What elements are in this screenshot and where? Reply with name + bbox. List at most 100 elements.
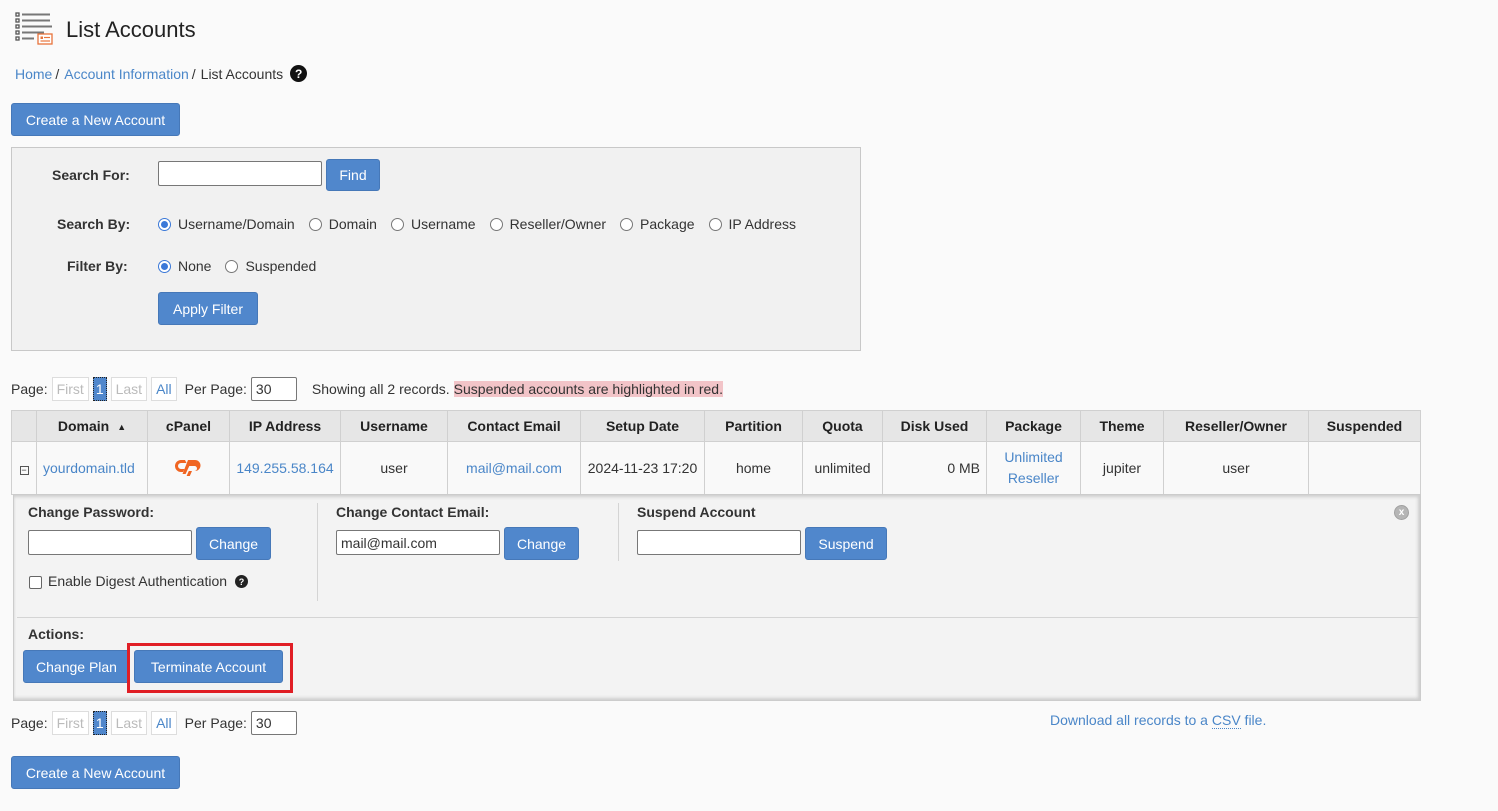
col-domain[interactable]: Domain ▲ xyxy=(36,410,148,442)
page-label: Page: xyxy=(11,381,48,397)
package-link[interactable]: Unlimited Reseller xyxy=(993,447,1074,489)
package-line1: Unlimited xyxy=(1004,449,1063,465)
cell-username: user xyxy=(340,441,448,495)
search-by-package[interactable]: Package xyxy=(620,216,695,232)
col-theme[interactable]: Theme xyxy=(1080,410,1164,442)
current-page-button[interactable]: 1 xyxy=(92,711,107,735)
radio-button[interactable] xyxy=(620,217,634,231)
create-account-button-top[interactable]: Create a New Account xyxy=(11,103,180,136)
search-by-username-domain[interactable]: Username/Domain xyxy=(158,216,295,232)
create-account-button-bottom[interactable]: Create a New Account xyxy=(11,756,180,789)
cell-cpanel xyxy=(147,441,230,495)
col-quota[interactable]: Quota xyxy=(802,410,883,442)
col-partition[interactable]: Partition xyxy=(704,410,803,442)
suspended-note: Suspended accounts are highlighted in re… xyxy=(453,381,723,397)
domain-link[interactable]: yourdomain.tld xyxy=(43,460,135,476)
search-by-domain[interactable]: Domain xyxy=(308,216,377,232)
pager-bottom: Page: First 1 Last All Per Page: xyxy=(11,711,297,735)
pager-top: Page: First 1 Last All Per Page: Showing… xyxy=(11,377,723,401)
radio-button[interactable] xyxy=(390,217,404,231)
help-icon[interactable]: ? xyxy=(290,65,308,82)
showing-records-text: Showing all 2 records. xyxy=(311,381,450,397)
close-icon[interactable]: x xyxy=(1394,505,1409,520)
suspend-reason-input[interactable] xyxy=(637,530,801,555)
cell-domain: yourdomain.tld xyxy=(36,441,148,495)
sort-ascending-icon: ▲ xyxy=(117,422,127,433)
radio-button[interactable] xyxy=(158,259,171,273)
col-expand xyxy=(11,410,37,442)
search-by-ip-address[interactable]: IP Address xyxy=(708,216,796,232)
download-csv-link[interactable]: Download all records to a CSV file. xyxy=(1050,712,1267,729)
cell-email: mail@mail.com xyxy=(447,441,581,495)
last-page-button[interactable]: Last xyxy=(110,711,148,735)
search-by-username[interactable]: Username xyxy=(390,216,476,232)
search-by-options: Username/Domain Domain Username Reseller… xyxy=(158,216,810,232)
filter-by-suspended[interactable]: Suspended xyxy=(225,258,316,274)
search-by-reseller-owner[interactable]: Reseller/Owner xyxy=(489,216,606,232)
email-link[interactable]: mail@mail.com xyxy=(466,460,562,476)
radio-button[interactable] xyxy=(708,217,722,231)
per-page-input[interactable] xyxy=(250,711,297,735)
radio-button[interactable] xyxy=(308,217,322,231)
breadcrumb-home[interactable]: Home xyxy=(15,66,52,82)
actions-label: Actions: xyxy=(28,626,84,642)
search-input[interactable] xyxy=(158,161,322,186)
change-password-button[interactable]: Change xyxy=(196,527,271,560)
col-ip-address[interactable]: IP Address xyxy=(229,410,341,442)
divider xyxy=(618,503,619,561)
terminate-account-button[interactable]: Terminate Account xyxy=(134,650,283,683)
cpanel-logo-icon[interactable] xyxy=(174,459,204,480)
collapse-icon[interactable]: − xyxy=(19,466,29,475)
per-page-input[interactable] xyxy=(250,377,297,401)
digest-auth-checkbox[interactable] xyxy=(29,576,42,589)
contact-email-input[interactable] xyxy=(336,530,500,555)
cell-owner: user xyxy=(1163,441,1309,495)
change-password-label: Change Password: xyxy=(28,504,155,520)
col-contact-email[interactable]: Contact Email xyxy=(447,410,581,442)
first-page-button[interactable]: First xyxy=(51,377,89,401)
digest-help-icon[interactable]: ? xyxy=(235,575,248,588)
suspend-button[interactable]: Suspend xyxy=(805,527,887,560)
current-page-button[interactable]: 1 xyxy=(92,377,107,401)
radio-label: IP Address xyxy=(728,216,796,232)
col-username[interactable]: Username xyxy=(340,410,448,442)
last-page-button[interactable]: Last xyxy=(110,377,148,401)
radio-button[interactable] xyxy=(158,217,171,231)
first-page-button[interactable]: First xyxy=(51,711,89,735)
col-setup-date[interactable]: Setup Date xyxy=(580,410,705,442)
all-pages-button[interactable]: All xyxy=(151,711,177,735)
page-title: List Accounts xyxy=(66,16,196,42)
accounts-table: Domain ▲ cPanel IP Address Username Conta… xyxy=(11,410,1421,495)
csv-link-prefix: Download all records to a xyxy=(1050,712,1212,728)
divider xyxy=(317,503,318,601)
csv-link-suffix: file. xyxy=(1240,712,1267,728)
cell-ip: 149.255.58.164 xyxy=(229,441,341,495)
filter-by-none[interactable]: None xyxy=(158,258,211,274)
table-row: − yourdomain.tld 149.255.58.164 user mai… xyxy=(11,441,1421,495)
radio-button[interactable] xyxy=(225,259,239,273)
ip-link[interactable]: 149.255.58.164 xyxy=(236,460,333,476)
col-reseller-owner[interactable]: Reseller/Owner xyxy=(1163,410,1309,442)
breadcrumb-account-information[interactable]: Account Information xyxy=(64,66,189,82)
change-plan-button[interactable]: Change Plan xyxy=(23,650,130,683)
cell-partition: home xyxy=(704,441,803,495)
apply-filter-button[interactable]: Apply Filter xyxy=(158,292,258,325)
radio-label: Domain xyxy=(328,216,377,232)
radio-button[interactable] xyxy=(489,217,503,231)
filter-by-label: Filter By: xyxy=(67,258,128,274)
col-cpanel: cPanel xyxy=(147,410,230,442)
all-pages-button[interactable]: All xyxy=(151,377,177,401)
col-package[interactable]: Package xyxy=(986,410,1081,442)
change-email-button[interactable]: Change xyxy=(504,527,579,560)
page-header: List Accounts xyxy=(14,10,196,49)
package-line2: Reseller xyxy=(1007,470,1060,486)
search-panel: Search For: Find Search By: Username/Dom… xyxy=(11,147,861,351)
new-password-input[interactable] xyxy=(28,530,192,555)
cell-expand: − xyxy=(11,441,37,495)
csv-abbr: CSV xyxy=(1211,712,1241,729)
per-page-label: Per Page: xyxy=(184,381,247,397)
search-for-label: Search For: xyxy=(52,167,130,183)
col-disk-used[interactable]: Disk Used xyxy=(882,410,987,442)
col-suspended[interactable]: Suspended xyxy=(1308,410,1421,442)
find-button[interactable]: Find xyxy=(326,159,380,191)
